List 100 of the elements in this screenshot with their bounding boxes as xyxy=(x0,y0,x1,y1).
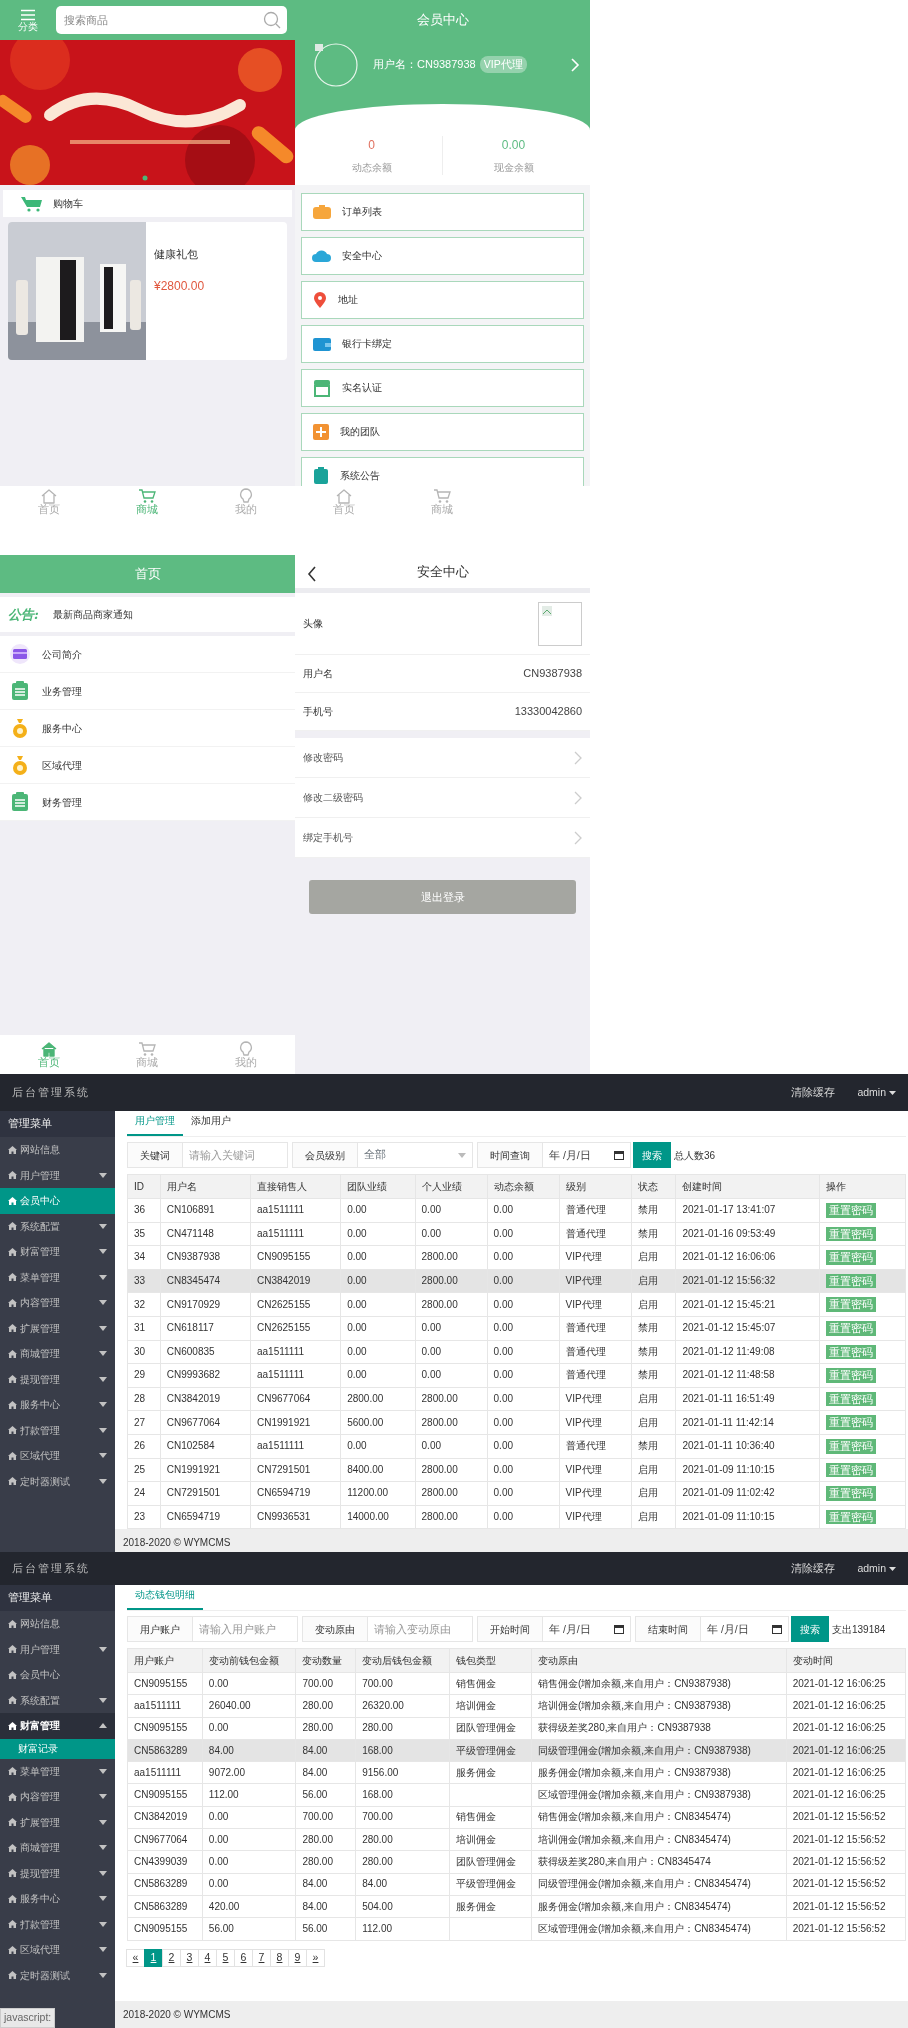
user-menu[interactable]: admin xyxy=(857,1084,896,1101)
menu-item[interactable]: 业务管理 xyxy=(0,673,295,710)
sidebar-item[interactable]: 定时器测试 xyxy=(0,1962,115,1988)
sidebar-item[interactable]: 内容管理 xyxy=(0,1784,115,1810)
sidebar-item[interactable]: 系统配置 xyxy=(0,1687,115,1713)
header-link[interactable]: 清除缓存 xyxy=(791,1084,836,1101)
menu-item[interactable]: 订单列表 xyxy=(301,192,584,231)
user-menu[interactable]: admin xyxy=(857,1560,896,1577)
sidebar-item[interactable]: 扩展管理 xyxy=(0,1809,115,1835)
menu-item[interactable]: 我的团队 xyxy=(301,412,584,451)
tab[interactable]: 用户管理 xyxy=(127,1113,183,1136)
table-cell: 0.00 xyxy=(202,1828,296,1851)
input-field[interactable]: 请输入关键词 xyxy=(183,1142,288,1168)
table-cell: 0.00 xyxy=(487,1434,560,1459)
date-field[interactable]: 年 /月/日 xyxy=(701,1616,789,1642)
table-cell: 112.00 xyxy=(355,1917,450,1941)
product-card[interactable]: 健康礼包 ¥2800.00 xyxy=(8,222,287,360)
menu-item[interactable]: 实名认证 xyxy=(301,368,584,407)
sidebar-item[interactable]: 区域代理 xyxy=(0,1443,115,1469)
table-cell: 27 xyxy=(127,1410,161,1435)
sidebar-item[interactable]: 财富管理 xyxy=(0,1239,115,1265)
settings-item[interactable]: 修改二级密码 xyxy=(295,778,590,818)
select-field[interactable]: 全部 xyxy=(358,1142,473,1168)
house-icon xyxy=(8,1171,17,1180)
sidebar-item[interactable]: 系统配置 xyxy=(0,1213,115,1239)
date-field[interactable]: 年 /月/日 xyxy=(543,1142,631,1168)
caret-icon xyxy=(99,1768,107,1774)
table-cell: 2021-01-12 11:48:58 xyxy=(675,1363,820,1388)
page-link[interactable]: 5 xyxy=(216,1948,235,1967)
settings-item[interactable]: 绑定手机号 xyxy=(295,818,590,858)
page-link[interactable]: 2 xyxy=(162,1948,181,1967)
cart-bar[interactable]: 购物车 xyxy=(3,190,292,217)
table-cell: 2021-01-12 15:45:21 xyxy=(675,1292,820,1317)
table-cell: 启用 xyxy=(631,1505,676,1529)
table-cell: CN9677064 xyxy=(127,1828,203,1851)
table-cell: aa1511111 xyxy=(250,1363,341,1388)
sidebar-item[interactable]: 菜单管理 xyxy=(0,1758,115,1784)
input-field[interactable]: 请输入用户账户 xyxy=(193,1616,298,1642)
page-link[interactable]: « xyxy=(126,1948,145,1967)
search-field[interactable]: 搜索商品 xyxy=(56,6,287,34)
house-icon xyxy=(8,1645,17,1654)
sidebar-item[interactable]: 提现管理 xyxy=(0,1860,115,1886)
sidebar-item[interactable]: 会员中心 xyxy=(0,1188,115,1214)
menu-item[interactable]: 安全中心 xyxy=(301,236,584,275)
table-cell: 2021-01-17 13:41:07 xyxy=(675,1198,820,1223)
page-link[interactable]: » xyxy=(306,1948,325,1967)
sidebar-item[interactable]: 提现管理 xyxy=(0,1366,115,1392)
menu-item[interactable]: 区域代理 xyxy=(0,747,295,784)
page-link[interactable]: 7 xyxy=(252,1948,271,1967)
caret-icon xyxy=(99,1453,107,1459)
sidebar-item[interactable]: 用户管理 xyxy=(0,1636,115,1662)
page-link[interactable]: 9 xyxy=(288,1948,307,1967)
menu-item[interactable]: 服务中心 xyxy=(0,710,295,747)
table-cell: 84.00 xyxy=(295,1895,356,1918)
settings-item[interactable]: 修改密码 xyxy=(295,738,590,778)
back-icon[interactable] xyxy=(307,566,317,582)
sidebar-subitem[interactable]: 财富记录 xyxy=(0,1738,115,1759)
sidebar-item[interactable]: 用户管理 xyxy=(0,1162,115,1188)
sidebar-item[interactable]: 网站信息 xyxy=(0,1611,115,1637)
page-link[interactable]: 6 xyxy=(234,1948,253,1967)
page-link[interactable]: 3 xyxy=(180,1948,199,1967)
date-field[interactable]: 年 /月/日 xyxy=(543,1616,631,1642)
table-cell: 2800.00 xyxy=(415,1387,488,1411)
table-cell: 区域管理佣金(增加余额,来自用户：CN9387938) xyxy=(531,1784,787,1807)
sidebar-item[interactable]: 区域代理 xyxy=(0,1937,115,1963)
sidebar-item[interactable]: 会员中心 xyxy=(0,1662,115,1688)
page-link[interactable]: 8 xyxy=(270,1948,289,1967)
sidebar-item[interactable]: 打款管理 xyxy=(0,1417,115,1443)
page-link[interactable]: 4 xyxy=(198,1948,217,1967)
sidebar-item[interactable]: 网站信息 xyxy=(0,1137,115,1163)
menu-item[interactable]: 地址 xyxy=(301,280,584,319)
sidebar-item[interactable]: 服务中心 xyxy=(0,1886,115,1912)
search-button[interactable]: 搜索 xyxy=(633,1142,671,1168)
search-button[interactable]: 搜索 xyxy=(791,1616,829,1642)
table-cell: 2021-01-09 11:10:15 xyxy=(675,1505,820,1529)
sidebar-item[interactable]: 商城管理 xyxy=(0,1341,115,1367)
sidebar-item[interactable]: 财富管理 xyxy=(0,1713,115,1739)
menu-item[interactable]: 财务管理 xyxy=(0,784,295,821)
sidebar-item[interactable]: 定时器测试 xyxy=(0,1468,115,1494)
page-link[interactable]: 1 xyxy=(144,1948,163,1967)
table-cell: 2021-01-12 16:06:25 xyxy=(786,1694,906,1718)
sidebar-item[interactable]: 扩展管理 xyxy=(0,1315,115,1341)
table-cell: CN471148 xyxy=(160,1222,251,1246)
sidebar-item[interactable]: 服务中心 xyxy=(0,1392,115,1418)
input-field[interactable]: 请输入变动原由 xyxy=(368,1616,473,1642)
menu-item[interactable]: 银行卡绑定 xyxy=(301,324,584,363)
sidebar-item[interactable]: 打款管理 xyxy=(0,1911,115,1937)
tab[interactable]: 添加用户 xyxy=(183,1113,239,1136)
table-cell: 2021-01-12 15:56:52 xyxy=(786,1917,906,1941)
sidebar-item[interactable]: 商城管理 xyxy=(0,1835,115,1861)
tab[interactable]: 动态钱包明细 xyxy=(127,1587,203,1610)
table-cell: CN600835 xyxy=(160,1340,251,1364)
table-cell: CN9095155 xyxy=(127,1717,203,1740)
menu-item[interactable]: 系统公告 xyxy=(301,456,584,486)
sidebar-item[interactable]: 内容管理 xyxy=(0,1290,115,1316)
header-link[interactable]: 清除缓存 xyxy=(791,1560,836,1577)
menu-item[interactable]: 公司简介 xyxy=(0,636,295,673)
house-icon xyxy=(8,1843,17,1852)
table-cell: 32 xyxy=(127,1292,161,1317)
sidebar-item[interactable]: 菜单管理 xyxy=(0,1264,115,1290)
